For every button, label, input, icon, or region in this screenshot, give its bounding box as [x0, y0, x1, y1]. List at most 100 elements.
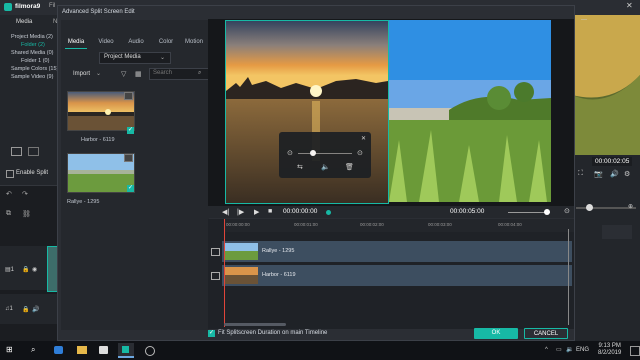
eye-icon[interactable]: ◉	[32, 266, 37, 273]
layers-icon[interactable]: ⧉	[6, 210, 11, 218]
popup-slider-track[interactable]	[298, 153, 352, 154]
bg-zoom-slider[interactable]	[576, 207, 636, 209]
track-1-header	[208, 241, 222, 262]
zoom-in-icon[interactable]: ⊕	[628, 203, 633, 210]
file-menu-peek[interactable]: Fil	[49, 3, 55, 9]
enable-split-checkbox[interactable]	[6, 170, 14, 178]
filmora-logo-icon	[4, 3, 12, 11]
project-media-select[interactable]: Project Media ⌄	[99, 52, 171, 64]
tab-media[interactable]: Media	[61, 37, 91, 47]
project-select-value: Project Media	[104, 54, 141, 60]
progress-handle[interactable]	[326, 210, 331, 215]
advanced-split-screen-dialog: Advanced Split Screen Edit Media Video A…	[57, 5, 575, 341]
audio-track-icon: ♫1	[5, 306, 13, 312]
video-track-icon	[211, 272, 220, 280]
search-input[interactable]: Search ⌕	[149, 68, 209, 80]
lock-icon[interactable]: 🔒	[22, 306, 29, 313]
tray-chevron-icon[interactable]: ^	[545, 347, 548, 353]
play-icon[interactable]: ▶	[254, 208, 259, 216]
lock-icon[interactable]: 🔒	[22, 266, 29, 273]
playhead[interactable]	[224, 219, 225, 327]
fit-duration-label: Fit Splitscreen Duration on main Timelin…	[218, 330, 328, 336]
store-icon[interactable]	[99, 346, 108, 354]
ruler-label: 00:00:00:00	[226, 222, 250, 227]
volume-slider-knob[interactable]	[544, 209, 550, 215]
volume-icon[interactable]: 🔈	[321, 163, 330, 171]
filter-icon[interactable]: ▽	[121, 70, 126, 78]
capture-app-icon[interactable]	[145, 346, 155, 356]
import-dropdown-icon[interactable]: ⌄	[96, 70, 101, 77]
next-frame-icon[interactable]: |▶	[237, 208, 244, 216]
close-app-icon[interactable]: ✕	[626, 1, 633, 10]
bg-folder-item[interactable]: Sample Video (9)	[11, 73, 58, 81]
fit-duration-checkbox[interactable]: ✓	[208, 330, 215, 337]
bg-folder-item[interactable]: Folder (2)	[11, 41, 58, 49]
bg-folder-item[interactable]: Project Media (2)	[11, 33, 58, 41]
background-timeline-tracks: ↶ ↷ ⧉ ⛓ ▤1 🔒 ◉ ♫1 🔒 🔊	[0, 185, 62, 346]
track-label: Harbor - 6119	[262, 272, 296, 278]
speed-down-icon[interactable]: ⊙	[287, 149, 293, 157]
tab-audio[interactable]: Audio	[121, 37, 151, 47]
fullscreen-icon[interactable]: ⛶	[578, 170, 583, 178]
filmora-taskbar-button[interactable]	[118, 343, 134, 358]
dialog-title: Advanced Split Screen Edit	[58, 6, 574, 18]
bg-folder-item[interactable]: Shared Media (0)	[11, 49, 58, 57]
import-label[interactable]: Import	[73, 71, 90, 77]
close-icon[interactable]: ✕	[361, 135, 366, 142]
speaker-icon[interactable]: 🔉	[566, 346, 573, 353]
link-icon[interactable]: ⛓	[22, 210, 31, 218]
media-type-icon	[124, 154, 133, 162]
track-rallye[interactable]: Rallye - 1295	[222, 241, 572, 262]
ruler-label: 00:00:03:00	[428, 222, 452, 227]
clock[interactable]: 9:13 PM 8/2/2019	[598, 343, 621, 357]
adjust-icon[interactable]: ⇆	[297, 163, 303, 171]
track-label: Rallye - 1295	[262, 248, 295, 254]
media-item-rallye[interactable]: ✓ Rallye - 1295	[67, 153, 135, 205]
bg-zoom-knob[interactable]	[586, 204, 593, 211]
tab-color[interactable]: Color	[151, 37, 181, 47]
bg-folder-item[interactable]: Folder 1 (0)	[11, 57, 58, 65]
grid-view-icon[interactable]: ▦	[135, 70, 142, 78]
file-explorer-icon[interactable]	[77, 346, 87, 354]
bg-folder-item[interactable]: Sample Colors (15)	[11, 65, 58, 73]
minimize-app-icon[interactable]: —	[581, 17, 587, 23]
cancel-button[interactable]: CANCEL	[524, 328, 568, 339]
previous-frame-icon[interactable]: ◀|	[222, 208, 229, 216]
media-item-harbor[interactable]: ✓ Harbor - 6119	[67, 91, 135, 143]
fullscreen-icon[interactable]: ⊙	[564, 207, 570, 215]
ok-button[interactable]: OK	[474, 328, 518, 339]
tab-motion[interactable]: Motion	[179, 37, 209, 47]
total-time: 00:00:05:00	[450, 208, 485, 215]
timeline-scrollbar[interactable]	[224, 323, 286, 326]
split-pane-rallye[interactable]	[389, 20, 551, 202]
speed-up-icon[interactable]: ⊙	[357, 149, 363, 157]
notifications-icon[interactable]	[630, 346, 640, 356]
new-folder-icon[interactable]	[11, 147, 22, 156]
clock-date: 8/2/2019	[598, 350, 622, 356]
tab-video[interactable]: Video	[91, 37, 121, 47]
clip-control-popup: ✕ ⊙ ⊙ ⇆ 🔈 🗑	[279, 132, 371, 178]
volume-icon[interactable]: 🔊	[610, 170, 619, 178]
edge-browser-icon[interactable]	[54, 346, 63, 354]
undo-icon[interactable]: ↶	[6, 190, 12, 198]
split-timeline: 00:00:00:00 00:00:01:00 00:00:02:00 00:0…	[208, 219, 574, 329]
windows-start-icon[interactable]: ⊞	[6, 345, 13, 354]
stop-icon[interactable]: ■	[268, 208, 272, 215]
checkmark-icon: ✓	[127, 185, 134, 192]
settings-icon[interactable]: ⚙	[624, 170, 630, 178]
language-indicator[interactable]: ENG	[576, 347, 589, 353]
background-preview-panel: — 00:00:02:05 ⛶ 📷 🔊 ⚙ ⊕	[572, 15, 640, 345]
bg-tab-media[interactable]: Media	[16, 19, 32, 25]
speaker-icon[interactable]: 🔊	[32, 306, 39, 313]
track-harbor[interactable]: Harbor - 6119	[222, 265, 572, 286]
media-type-icon	[124, 92, 133, 100]
search-icon[interactable]: ⌕	[31, 345, 35, 355]
popup-slider-knob[interactable]	[310, 150, 316, 156]
redo-icon[interactable]: ↷	[22, 190, 28, 198]
snapshot-icon[interactable]: 📷	[594, 170, 603, 178]
network-icon[interactable]: ▭	[556, 346, 562, 353]
delete-icon[interactable]: 🗑	[345, 163, 354, 171]
video-track-icon: ▤1	[5, 267, 15, 273]
folder-icon[interactable]	[28, 147, 39, 156]
media-panel: Media Video Audio Color Motion Project M…	[61, 20, 209, 330]
